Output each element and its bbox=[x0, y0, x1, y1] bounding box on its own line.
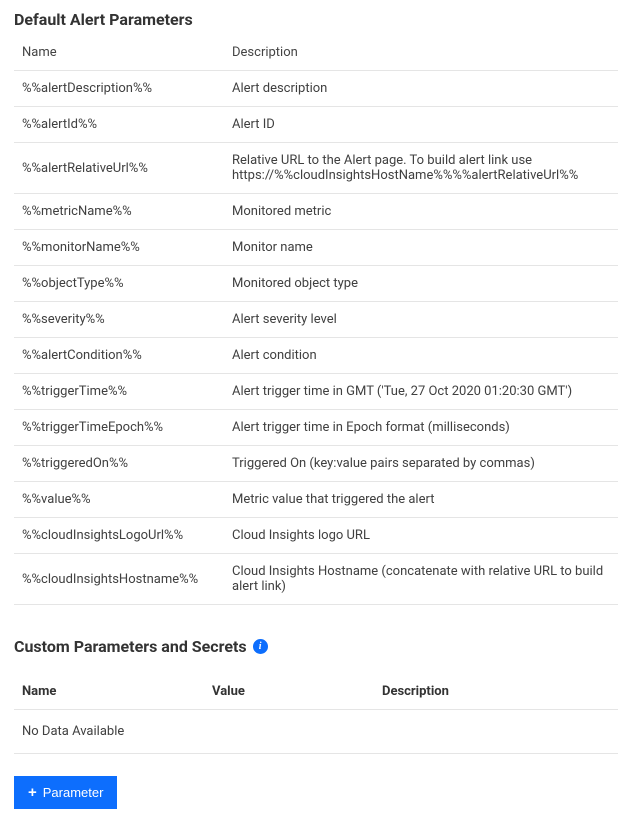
table-row: %%objectType%%Monitored object type bbox=[14, 266, 618, 302]
param-description: Monitored object type bbox=[224, 266, 618, 302]
empty-text: No Data Available bbox=[14, 710, 618, 754]
param-name: %%severity%% bbox=[14, 302, 224, 338]
param-name: %%alertRelativeUrl%% bbox=[14, 143, 224, 194]
table-row: %%triggeredOn%%Triggered On (key:value p… bbox=[14, 446, 618, 482]
param-name: %%value%% bbox=[14, 482, 224, 518]
param-name: %%triggerTimeEpoch%% bbox=[14, 410, 224, 446]
table-row: %%alertRelativeUrl%%Relative URL to the … bbox=[14, 143, 618, 194]
param-description: Alert severity level bbox=[224, 302, 618, 338]
table-row: %%value%%Metric value that triggered the… bbox=[14, 482, 618, 518]
table-row: %%severity%%Alert severity level bbox=[14, 302, 618, 338]
add-parameter-button[interactable]: + Parameter bbox=[14, 776, 117, 809]
param-name: %%triggerTime%% bbox=[14, 374, 224, 410]
table-row: %%alertDescription%%Alert description bbox=[14, 71, 618, 107]
col-header-name: Name bbox=[14, 37, 224, 71]
param-description: Metric value that triggered the alert bbox=[224, 482, 618, 518]
plus-icon: + bbox=[28, 785, 37, 800]
param-name: %%objectType%% bbox=[14, 266, 224, 302]
param-description: Alert trigger time in GMT ('Tue, 27 Oct … bbox=[224, 374, 618, 410]
col2-header-name: Name bbox=[14, 674, 204, 710]
custom-params-table: Name Value Description No Data Available bbox=[14, 674, 618, 754]
param-name: %%alertDescription%% bbox=[14, 71, 224, 107]
param-description: Cloud Insights Hostname (concatenate wit… bbox=[224, 554, 618, 605]
table-row: %%alertCondition%%Alert condition bbox=[14, 338, 618, 374]
param-name: %%triggeredOn%% bbox=[14, 446, 224, 482]
param-description: Alert trigger time in Epoch format (mill… bbox=[224, 410, 618, 446]
param-name: %%cloudInsightsLogoUrl%% bbox=[14, 518, 224, 554]
table-row: %%cloudInsightsHostname%%Cloud Insights … bbox=[14, 554, 618, 605]
table-row: %%triggerTime%%Alert trigger time in GMT… bbox=[14, 374, 618, 410]
param-description: Alert description bbox=[224, 71, 618, 107]
param-description: Alert ID bbox=[224, 107, 618, 143]
table-row: %%alertId%%Alert ID bbox=[14, 107, 618, 143]
add-parameter-label: Parameter bbox=[43, 785, 104, 800]
param-description: Alert condition bbox=[224, 338, 618, 374]
param-description: Monitored metric bbox=[224, 194, 618, 230]
param-name: %%alertCondition%% bbox=[14, 338, 224, 374]
param-name: %%metricName%% bbox=[14, 194, 224, 230]
col2-header-value: Value bbox=[204, 674, 374, 710]
default-alert-title: Default Alert Parameters bbox=[14, 10, 618, 29]
info-icon[interactable]: i bbox=[253, 639, 268, 654]
table-row: No Data Available bbox=[14, 710, 618, 754]
param-description: Monitor name bbox=[224, 230, 618, 266]
param-name: %%monitorName%% bbox=[14, 230, 224, 266]
param-name: %%cloudInsightsHostname%% bbox=[14, 554, 224, 605]
table-row: %%triggerTimeEpoch%%Alert trigger time i… bbox=[14, 410, 618, 446]
table-row: %%metricName%%Monitored metric bbox=[14, 194, 618, 230]
custom-params-title: Custom Parameters and Secrets bbox=[14, 637, 247, 656]
default-alert-table: Name Description %%alertDescription%%Ale… bbox=[14, 37, 618, 605]
param-description: Relative URL to the Alert page. To build… bbox=[224, 143, 618, 194]
param-description: Cloud Insights logo URL bbox=[224, 518, 618, 554]
table-row: %%monitorName%%Monitor name bbox=[14, 230, 618, 266]
col2-header-description: Description bbox=[374, 674, 618, 710]
param-name: %%alertId%% bbox=[14, 107, 224, 143]
param-description: Triggered On (key:value pairs separated … bbox=[224, 446, 618, 482]
table-row: %%cloudInsightsLogoUrl%%Cloud Insights l… bbox=[14, 518, 618, 554]
col-header-description: Description bbox=[224, 37, 618, 71]
